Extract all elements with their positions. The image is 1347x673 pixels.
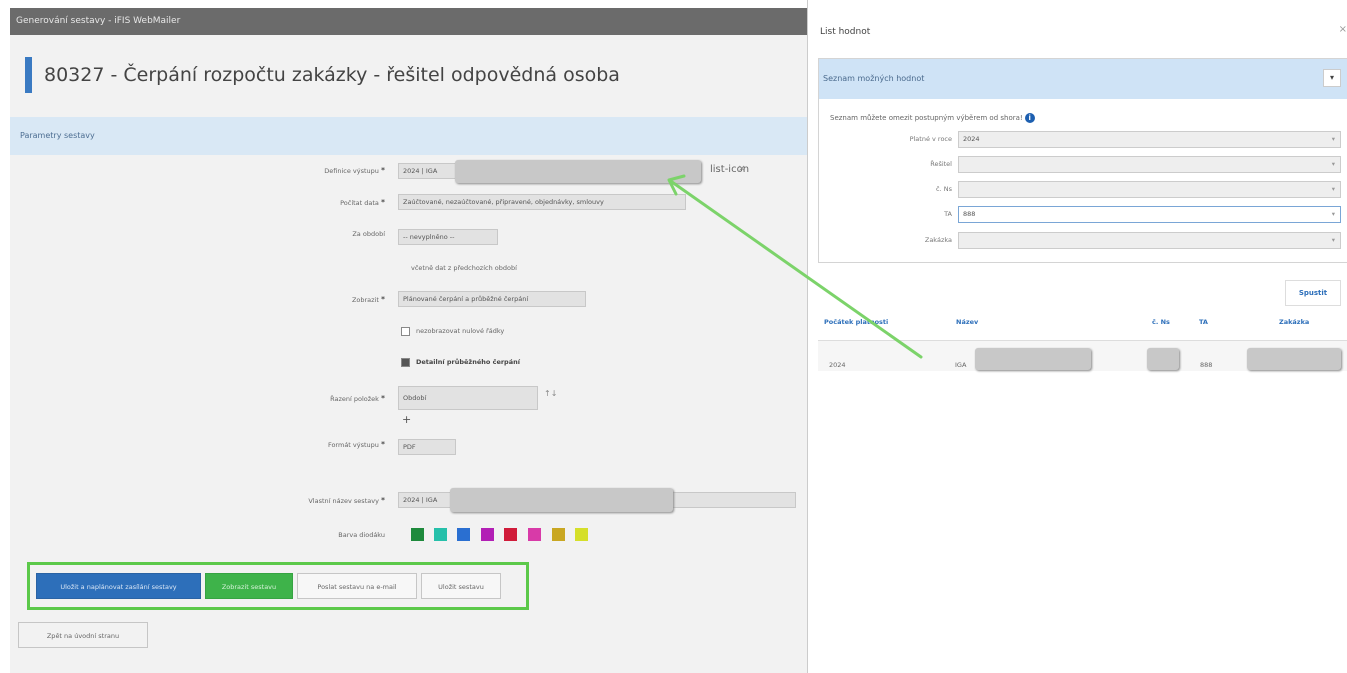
annotation-arrow	[667, 174, 923, 359]
